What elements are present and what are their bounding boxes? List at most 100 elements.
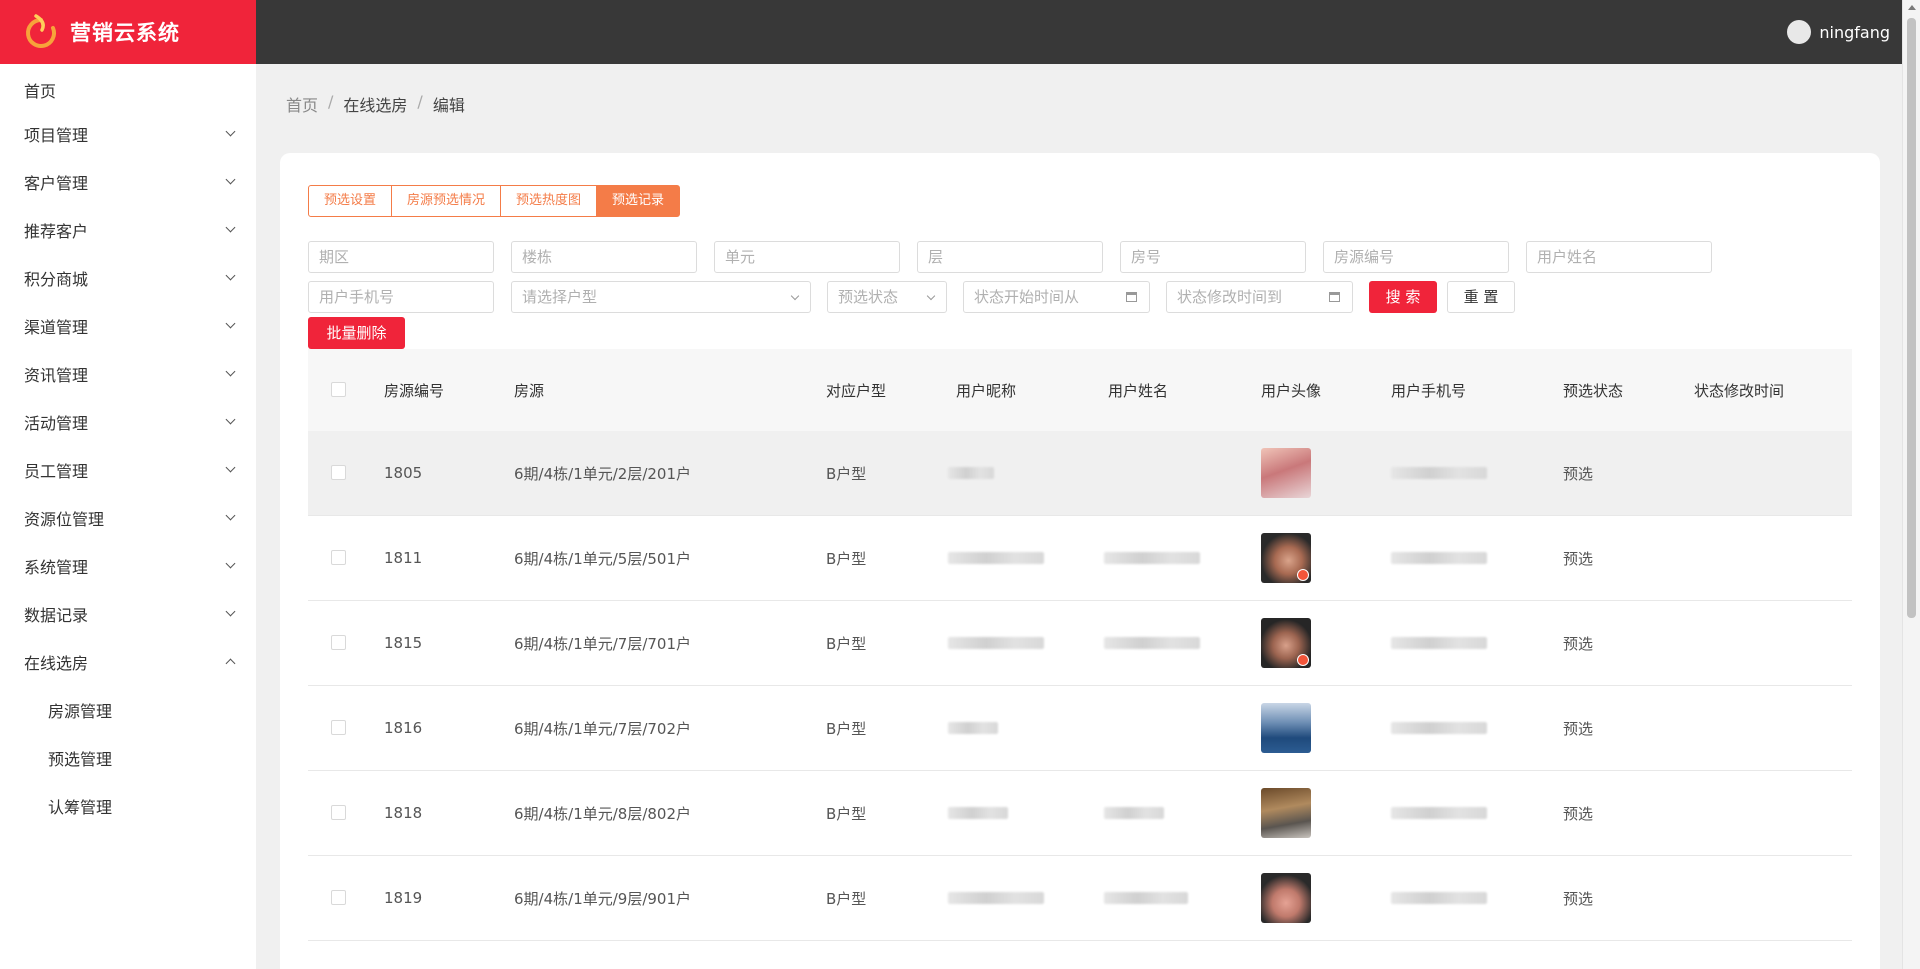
- column-header: 用户头像: [1261, 381, 1322, 400]
- user-name-input[interactable]: 用户姓名: [1526, 241, 1712, 273]
- sidebar-item-system[interactable]: 系统管理: [0, 542, 256, 590]
- tab-preselect-records[interactable]: 预选记录: [596, 185, 681, 217]
- unit-input[interactable]: 单元: [714, 241, 900, 273]
- user-phone: [1391, 516, 1487, 600]
- sidebar-item-label: 在线选房: [24, 654, 89, 673]
- sidebar-item-referral[interactable]: 推荐客户: [0, 206, 256, 254]
- column-header: 预选状态: [1563, 381, 1624, 400]
- user-menu[interactable]: ningfang: [1787, 0, 1890, 64]
- chevron-down-icon: [225, 126, 236, 137]
- column-header: 对应户型: [826, 381, 887, 400]
- house-path: 6期/4栋/1单元/7层/702户: [514, 719, 692, 738]
- phone-input[interactable]: 用户手机号: [308, 281, 494, 313]
- start-time-picker[interactable]: 状态开始时间从: [963, 281, 1150, 313]
- sidebar-item-home[interactable]: 首页: [0, 70, 256, 110]
- user-name: ningfang: [1819, 22, 1890, 42]
- chevron-up-icon: [225, 658, 236, 669]
- breadcrumb-current: 编辑: [432, 96, 465, 115]
- batch-delete-button[interactable]: 批量删除: [308, 317, 405, 349]
- redacted-text: [948, 637, 1044, 649]
- vertical-scrollbar[interactable]: [1902, 0, 1920, 969]
- start-time-placeholder: 状态开始时间从: [974, 288, 1080, 306]
- sidebar-subitem-subscription-management[interactable]: 认筹管理: [0, 782, 256, 830]
- house-path: 6期/4栋/1单元/2层/201户: [514, 464, 692, 483]
- column-header: 用户昵称: [956, 381, 1017, 400]
- sidebar-item-data-records[interactable]: 数据记录: [0, 590, 256, 638]
- house-code: 1816: [384, 719, 423, 737]
- breadcrumb-separator: /: [417, 92, 423, 111]
- house-type: B户型: [826, 804, 867, 823]
- row-checkbox[interactable]: [331, 890, 346, 905]
- house-path: 6期/4栋/1单元/9层/901户: [514, 889, 692, 908]
- sidebar-item-activity[interactable]: 活动管理: [0, 398, 256, 446]
- redacted-text: [948, 722, 998, 734]
- app-logo[interactable]: 营销云系统: [0, 0, 256, 64]
- house-code: 1811: [384, 549, 423, 567]
- building-input[interactable]: 楼栋: [511, 241, 697, 273]
- search-button[interactable]: 搜 索: [1369, 281, 1437, 313]
- phase-input[interactable]: 期区: [308, 241, 494, 273]
- sidebar-item-customer[interactable]: 客户管理: [0, 158, 256, 206]
- avatar: [1261, 703, 1311, 753]
- user-nickname: [948, 686, 998, 770]
- sidebar-item-project[interactable]: 项目管理: [0, 110, 256, 158]
- scroll-up-icon[interactable]: [1908, 5, 1916, 10]
- user-nickname: [948, 601, 1044, 685]
- row-checkbox[interactable]: [331, 720, 346, 735]
- user-avatar: [1261, 941, 1311, 969]
- sidebar-item-label: 房源管理: [48, 702, 113, 721]
- breadcrumb-home[interactable]: 首页: [286, 92, 318, 116]
- sidebar-item-staff[interactable]: 员工管理: [0, 446, 256, 494]
- table-row[interactable]: 1811 6期/4栋/1单元/5层/501户 B户型 预选: [308, 516, 1852, 601]
- sidebar-item-online-selection[interactable]: 在线选房: [0, 638, 256, 686]
- user-name: [1104, 516, 1200, 600]
- sidebar-item-resource-slot[interactable]: 资源位管理: [0, 494, 256, 542]
- user-avatar: [1261, 431, 1311, 515]
- redacted-text: [948, 892, 1044, 904]
- sidebar-item-points-mall[interactable]: 积分商城: [0, 254, 256, 302]
- redacted-text: [1104, 552, 1200, 564]
- table-row[interactable]: 1815 6期/4栋/1单元/7层/701户 B户型 预选: [308, 601, 1852, 686]
- table-row[interactable]: 1818 6期/4栋/1单元/8层/802户 B户型 预选: [308, 771, 1852, 856]
- house-code-input[interactable]: 房源编号: [1323, 241, 1509, 273]
- sidebar-item-label: 认筹管理: [48, 798, 113, 817]
- table-row[interactable]: 1805 6期/4栋/1单元/2层/201户 B户型 预选: [308, 431, 1852, 516]
- sidebar-subitem-preselect-management[interactable]: 预选管理: [0, 734, 256, 782]
- house-type-select[interactable]: 请选择户型: [511, 281, 811, 313]
- floor-input[interactable]: 层: [917, 241, 1103, 273]
- logo-icon: [26, 14, 56, 48]
- row-checkbox[interactable]: [331, 635, 346, 650]
- chevron-down-icon: [225, 366, 236, 377]
- sidebar-subitem-house-management[interactable]: 房源管理: [0, 686, 256, 734]
- reset-button[interactable]: 重 置: [1447, 281, 1515, 313]
- redacted-text: [1391, 722, 1487, 734]
- table-row[interactable]: 1816 6期/4栋/1单元/7层/702户 B户型 预选: [308, 686, 1852, 771]
- table-row[interactable]: [308, 941, 1852, 969]
- breadcrumb: 首页 / 在线选房 / 编辑: [286, 92, 465, 116]
- user-name: [1104, 771, 1164, 855]
- tab-house-preselect-status[interactable]: 房源预选情况: [391, 185, 502, 217]
- room-input[interactable]: 房号: [1120, 241, 1306, 273]
- preselect-status: 预选: [1563, 464, 1594, 483]
- house-path: 6期/4栋/1单元/7层/701户: [514, 634, 692, 653]
- status-select[interactable]: 预选状态: [827, 281, 947, 313]
- preselect-status: 预选: [1563, 719, 1594, 738]
- sidebar-item-channel[interactable]: 渠道管理: [0, 302, 256, 350]
- column-header: 状态修改时间: [1694, 381, 1785, 400]
- redacted-text: [1391, 807, 1487, 819]
- preselect-status: 预选: [1563, 634, 1594, 653]
- breadcrumb-section[interactable]: 在线选房: [343, 92, 407, 116]
- user-avatar: [1261, 686, 1311, 770]
- table-row[interactable]: 1819 6期/4栋/1单元/9层/901户 B户型 预选: [308, 856, 1852, 941]
- top-bar: ningfang: [256, 0, 1902, 64]
- tab-preselect-heatmap[interactable]: 预选热度图: [500, 185, 598, 217]
- end-time-picker[interactable]: 状态修改时间到: [1166, 281, 1353, 313]
- row-checkbox[interactable]: [331, 465, 346, 480]
- sidebar-item-news[interactable]: 资讯管理: [0, 350, 256, 398]
- tab-preselect-settings[interactable]: 预选设置: [308, 185, 393, 217]
- house-code: 1815: [384, 634, 423, 652]
- row-checkbox[interactable]: [331, 805, 346, 820]
- select-all-checkbox[interactable]: [331, 382, 346, 397]
- scrollbar-thumb[interactable]: [1907, 18, 1916, 618]
- row-checkbox[interactable]: [331, 550, 346, 565]
